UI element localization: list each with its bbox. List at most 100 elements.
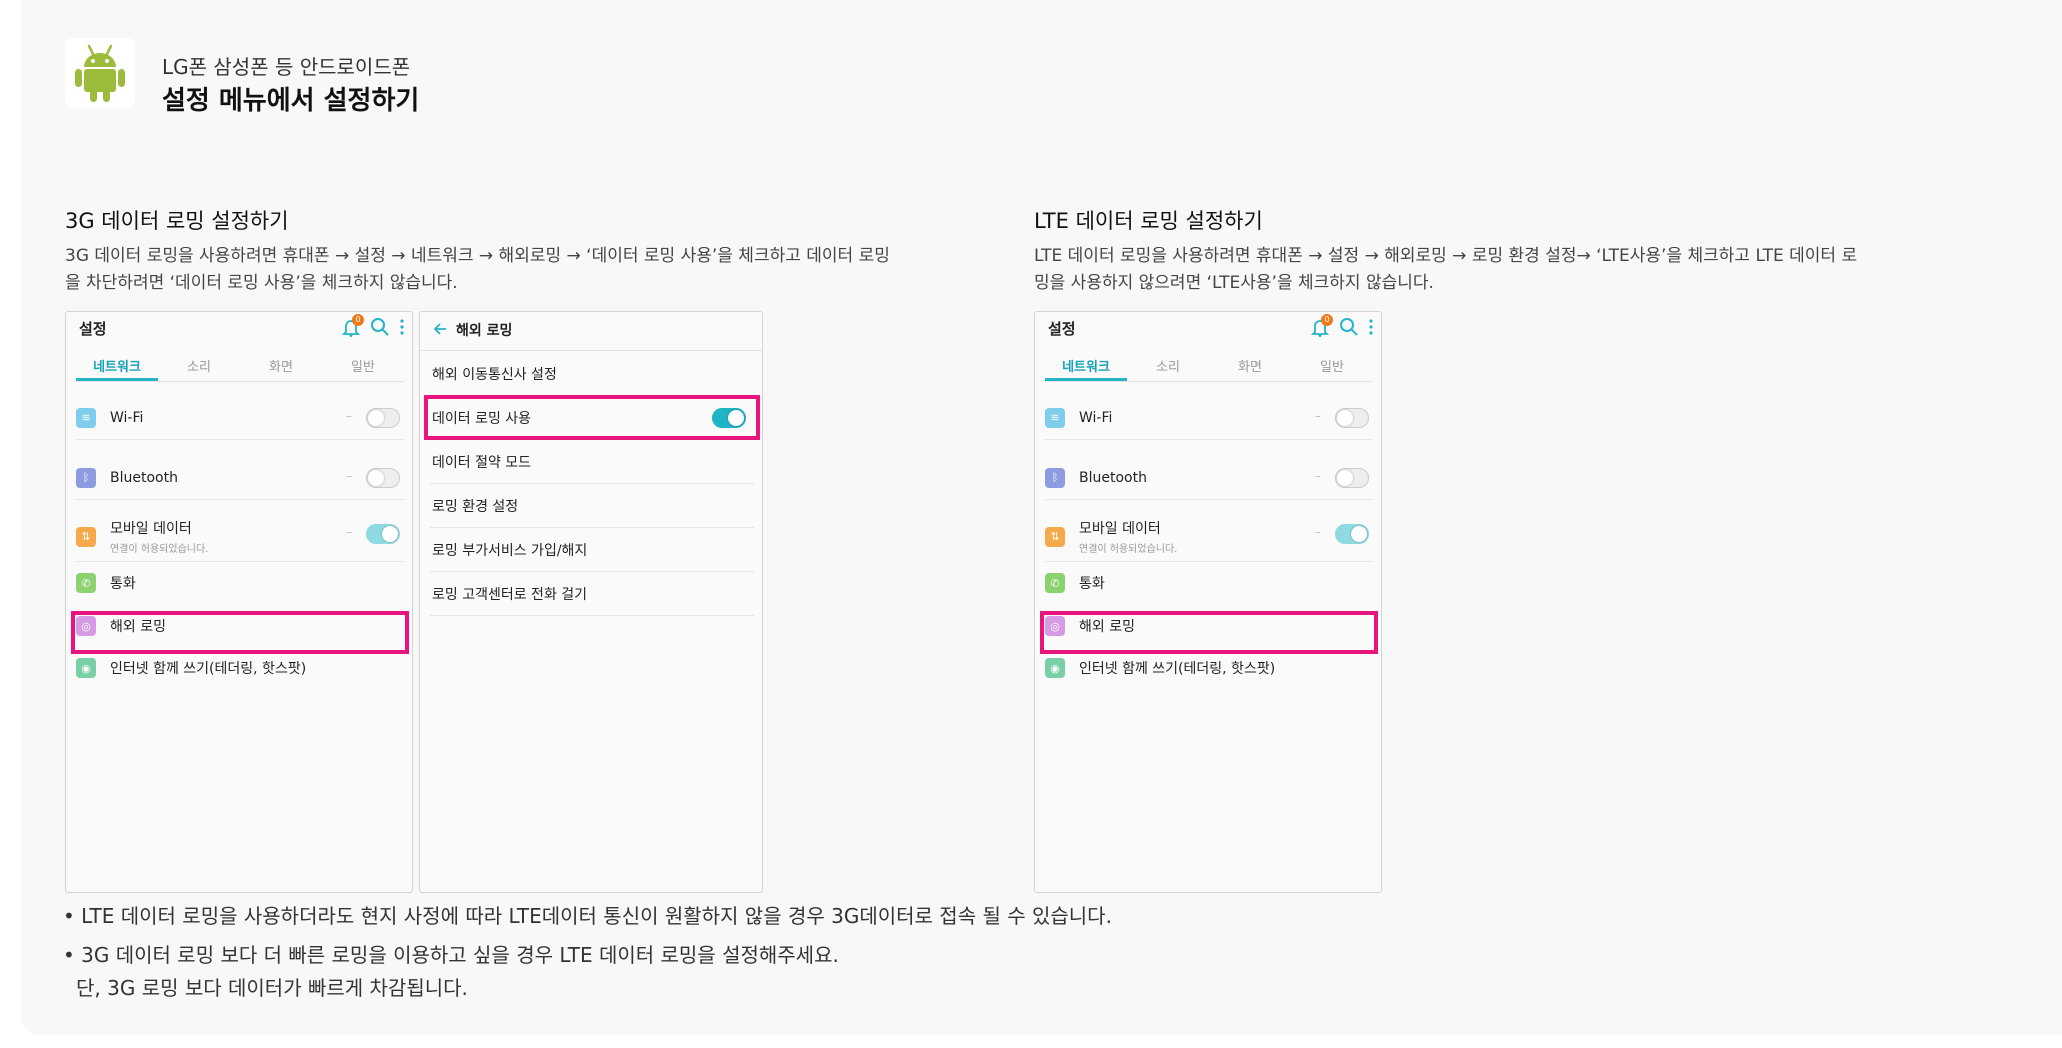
mobile-data-sub: 연결이 허용되었습니다. [110, 544, 209, 555]
roaming-title: 해외 로밍 [456, 323, 513, 339]
section-3g: 3G 데이터 로밍 설정하기 3G 데이터 로밍을 사용하려면 휴대폰 → 설정… [65, 205, 965, 297]
notification-badge: 0 [352, 314, 364, 326]
bluetooth-dash: – [346, 469, 352, 483]
bluetooth-icon: ᛒ [1045, 467, 1065, 488]
wifi-dash: – [346, 409, 352, 423]
roaming-item-data-saver[interactable]: 데이터 절약 모드 [430, 440, 754, 484]
note-1: • LTE 데이터 로밍을 사용하더라도 현지 사정에 따라 LTE데이터 통신… [63, 904, 1112, 928]
mobile-data-dash: – [346, 525, 352, 539]
section-lte: LTE 데이터 로밍 설정하기 LTE 데이터 로밍을 사용하려면 휴대폰 → … [1034, 205, 1934, 297]
settings-title: 설정 [79, 320, 107, 338]
roaming-item-environment[interactable]: 로밍 환경 설정 [430, 484, 754, 528]
note-2-cont: 단, 3G 로밍 보다 데이터가 빠르게 차감됩니다. [76, 976, 468, 1000]
settings-screen-3g: 설정 0 네트워크 소리 화면 일반 ≋ Wi-Fi – ᛒ Bluetooth… [65, 311, 413, 893]
settings-toolbar: 0 [1309, 314, 1375, 342]
settings-row-wifi[interactable]: ≋ Wi-Fi – [76, 396, 404, 440]
page-header: LG폰 삼성폰 등 안드로이드폰 설정 메뉴에서 설정하기 [65, 38, 665, 116]
tab-display[interactable]: 화면 [1209, 352, 1291, 381]
section-3g-desc-line2: 을 차단하려면 ‘데이터 로밍 사용’을 체크하지 않습니다. [65, 273, 458, 293]
tab-sound[interactable]: 소리 [158, 352, 240, 381]
settings-row-mobile-data-label: 모바일 데이터 연결이 허용되었습니다. [110, 518, 208, 555]
settings-row-wifi-label: Wi-Fi [1079, 409, 1113, 426]
settings-row-tethering[interactable]: ◉ 인터넷 함께 쓰기(테더링, 핫스팟) [1045, 648, 1373, 688]
settings-row-bluetooth-label: Bluetooth [110, 469, 178, 486]
notification-badge: 0 [1321, 314, 1333, 326]
settings-row-call[interactable]: ✆ 통화 [76, 564, 404, 602]
phone-icon: ✆ [76, 573, 96, 593]
highlight-box-roaming [71, 611, 409, 654]
roaming-item-call-center[interactable]: 로밍 고객센터로 전화 걸기 [430, 572, 754, 616]
roaming-item-carrier[interactable]: 해외 이동통신사 설정 [430, 352, 754, 396]
section-lte-title: LTE 데이터 로밍 설정하기 [1034, 209, 1263, 233]
highlight-box-roaming [1040, 611, 1378, 654]
tab-general[interactable]: 일반 [1291, 352, 1373, 381]
settings-toolbar: 0 [340, 314, 406, 342]
bluetooth-dash: – [1315, 469, 1321, 483]
mobile-data-label: 모바일 데이터 [110, 521, 192, 537]
header-subtitle: LG폰 삼성폰 등 안드로이드폰 [162, 55, 411, 79]
note-2: • 3G 데이터 로밍 보다 더 빠른 로밍을 이용하고 싶을 경우 LTE 데… [63, 943, 839, 967]
wifi-toggle[interactable] [1335, 408, 1369, 428]
tab-general[interactable]: 일반 [322, 352, 404, 381]
section-lte-desc-line1: LTE 데이터 로밍을 사용하려면 휴대폰 → 설정 → 해외로밍 → 로밍 환… [1034, 246, 1858, 266]
settings-row-tethering-label: 인터넷 함께 쓰기(테더링, 핫스팟) [110, 661, 307, 677]
section-3g-title: 3G 데이터 로밍 설정하기 [65, 209, 289, 233]
notification-bell-icon[interactable]: 0 [340, 314, 364, 342]
hotspot-icon: ◉ [76, 658, 96, 678]
tab-display[interactable]: 화면 [240, 352, 322, 381]
more-options-icon[interactable] [1367, 317, 1375, 341]
section-3g-desc-line1: 3G 데이터 로밍을 사용하려면 휴대폰 → 설정 → 네트워크 → 해외로밍 … [65, 246, 890, 266]
roaming-screen-3g: 해외 로밍 해외 이동통신사 설정 데이터 로밍 사용 데이터 절약 모드 로밍… [419, 311, 763, 893]
mobile-data-toggle[interactable] [366, 524, 400, 544]
roaming-item-addon[interactable]: 로밍 부가서비스 가입/해지 [430, 528, 754, 572]
settings-row-mobile-data[interactable]: ⇅ 모바일 데이터 연결이 허용되었습니다. – [76, 512, 404, 562]
tab-sound[interactable]: 소리 [1127, 352, 1209, 381]
tab-network[interactable]: 네트워크 [76, 352, 158, 381]
phone-icon: ✆ [1045, 573, 1065, 593]
settings-row-mobile-data-label: 모바일 데이터 연결이 허용되었습니다. [1079, 518, 1177, 555]
settings-row-bluetooth[interactable]: ᛒ Bluetooth – [1045, 456, 1373, 500]
bluetooth-toggle[interactable] [366, 468, 400, 488]
notification-bell-icon[interactable]: 0 [1309, 314, 1333, 342]
highlight-box-data-roaming [424, 395, 760, 440]
section-lte-desc-line2: 밍을 사용하지 않으려면 ‘LTE사용’을 체크하지 않습니다. [1034, 273, 1434, 293]
mobile-data-icon: ⇅ [1045, 526, 1065, 547]
mobile-data-icon: ⇅ [76, 526, 96, 547]
mobile-data-toggle[interactable] [1335, 524, 1369, 544]
wifi-icon: ≋ [1045, 407, 1065, 428]
mobile-data-sub: 연결이 허용되었습니다. [1079, 544, 1178, 555]
bluetooth-icon: ᛒ [76, 467, 96, 488]
mobile-data-label: 모바일 데이터 [1079, 521, 1161, 537]
settings-row-tethering-label: 인터넷 함께 쓰기(테더링, 핫스팟) [1079, 661, 1276, 677]
android-icon [65, 38, 135, 108]
search-icon[interactable] [370, 317, 390, 341]
section-lte-desc: LTE 데이터 로밍을 사용하려면 휴대폰 → 설정 → 해외로밍 → 로밍 환… [1034, 243, 1934, 297]
header-title: 설정 메뉴에서 설정하기 [162, 86, 420, 116]
settings-row-bluetooth[interactable]: ᛒ Bluetooth – [76, 456, 404, 500]
hotspot-icon: ◉ [1045, 658, 1065, 678]
settings-row-call-label: 통화 [1079, 576, 1105, 592]
search-icon[interactable] [1339, 317, 1359, 341]
settings-row-tethering[interactable]: ◉ 인터넷 함께 쓰기(테더링, 핫스팟) [76, 648, 404, 688]
wifi-dash: – [1315, 409, 1321, 423]
back-arrow-icon[interactable] [432, 321, 448, 340]
tab-network[interactable]: 네트워크 [1045, 352, 1127, 381]
settings-row-wifi[interactable]: ≋ Wi-Fi – [1045, 396, 1373, 440]
settings-row-call-label: 통화 [110, 576, 136, 592]
settings-row-wifi-label: Wi-Fi [110, 409, 144, 426]
notes: • LTE 데이터 로밍을 사용하더라도 현지 사정에 따라 LTE데이터 통신… [63, 900, 1112, 1011]
settings-screen-lte: 설정 0 네트워크 소리 화면 일반 ≋ Wi-Fi – ᛒ Bluetooth… [1034, 311, 1382, 893]
bluetooth-toggle[interactable] [1335, 468, 1369, 488]
more-options-icon[interactable] [398, 317, 406, 341]
mobile-data-dash: – [1315, 525, 1321, 539]
wifi-icon: ≋ [76, 407, 96, 428]
settings-tabs: 네트워크 소리 화면 일반 [76, 352, 404, 382]
settings-row-bluetooth-label: Bluetooth [1079, 469, 1147, 486]
roaming-header: 해외 로밍 [432, 320, 512, 340]
settings-tabs: 네트워크 소리 화면 일반 [1045, 352, 1373, 382]
settings-title: 설정 [1048, 320, 1076, 338]
settings-row-call[interactable]: ✆ 통화 [1045, 564, 1373, 602]
section-3g-desc: 3G 데이터 로밍을 사용하려면 휴대폰 → 설정 → 네트워크 → 해외로밍 … [65, 243, 965, 297]
settings-row-mobile-data[interactable]: ⇅ 모바일 데이터 연결이 허용되었습니다. – [1045, 512, 1373, 562]
wifi-toggle[interactable] [366, 408, 400, 428]
